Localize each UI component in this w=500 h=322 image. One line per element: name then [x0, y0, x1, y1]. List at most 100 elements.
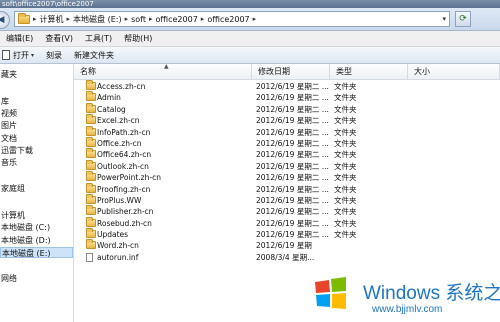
folder-icon-shape	[86, 159, 96, 170]
table-row[interactable]: Publisher.zh-cn 2012/6/19 星期二 ... 文件夹	[74, 205, 500, 217]
folder-icon-shape	[86, 171, 96, 182]
folder-icon	[18, 12, 30, 24]
col-type[interactable]: 类型	[330, 64, 408, 79]
chevron-right-icon: ▸	[252, 15, 257, 23]
address-box[interactable]: ▸ 计算机 ▸ 本地磁盘 (E:) ▸ soft ▸ office2007 ▸ …	[14, 11, 450, 27]
table-row[interactable]: InfoPath.zh-cn 2012/6/19 星期二 ... 文件夹	[74, 125, 500, 138]
crumb-office2007[interactable]: office2007	[155, 15, 197, 24]
col-name[interactable]: 名称	[74, 64, 252, 79]
nav-videos[interactable]: 视频	[0, 108, 73, 119]
table-row[interactable]: Outlook.zh-cn 2012/6/19 星期二 ... 文件夹	[74, 159, 500, 172]
table-row[interactable]: Access.zh-cn 2012/6/19 星期二 ... 文件夹	[74, 80, 500, 92]
folder-icon	[86, 114, 96, 126]
table-row[interactable]: Updates 2012/6/19 星期二 ... 文件夹	[74, 228, 500, 240]
windows-logo-icon	[315, 277, 346, 309]
file-date: 2012/6/19 星期二 ...	[256, 82, 329, 91]
chevron-right-icon: ▸	[33, 15, 37, 23]
navigation-pane: 藏夹 库 视频 图片 文档 迅雷下载 音乐 家庭组 计算机 本地磁盘 (C:) …	[0, 64, 74, 322]
nav-drive-c[interactable]: 本地磁盘 (C:)	[0, 222, 73, 233]
col-size[interactable]: 大小	[408, 64, 500, 79]
table-row[interactable]: Admin 2012/6/19 星期二 ... 文件夹	[74, 91, 500, 103]
menu-view[interactable]: 查看(V)	[45, 33, 73, 44]
table-row[interactable]: Proofing.zh-cn 2012/6/19 星期二 ... 文件夹	[74, 182, 500, 195]
file-type: 文件夹	[334, 184, 357, 194]
file-date: 2012/6/19 星期	[256, 241, 312, 251]
new-folder-button[interactable]: 新建文件夹	[74, 50, 114, 61]
file-type: 文件夹	[334, 93, 357, 103]
table-row[interactable]: Office64.zh-cn 2012/6/19 星期二 ... 文件夹	[74, 148, 500, 160]
file-type: 文件夹	[334, 195, 357, 205]
folder-icon-shape	[86, 239, 96, 250]
file-date: 2012/6/19 星期二 ...	[256, 161, 329, 171]
folder-icon	[86, 205, 96, 217]
file-name: Excel.zh-cn	[97, 116, 140, 126]
back-button[interactable]: ◀	[0, 11, 10, 29]
file-date: 2008/3/4 星期...	[256, 252, 315, 262]
file-type: 文件夹	[334, 207, 357, 217]
open-button[interactable]: 打开 ▾	[2, 50, 34, 61]
table-row[interactable]: Excel.zh-cn 2012/6/19 星期二 ... 文件夹	[74, 114, 500, 126]
crumb-office2007-sub[interactable]: office2007	[207, 15, 249, 24]
nav-thunder-downloads[interactable]: 迅雷下载	[0, 145, 73, 156]
crumb-soft[interactable]: soft	[131, 15, 146, 24]
table-row[interactable]: Office.zh-cn 2012/6/19 星期二 ... 文件夹	[74, 136, 500, 149]
nav-drive-d[interactable]: 本地磁盘 (D:)	[0, 235, 73, 246]
watermark-brand: Windows 系统之家	[363, 283, 500, 304]
nav-network[interactable]: 网络	[0, 273, 73, 284]
menu-tools[interactable]: 工具(T)	[85, 33, 112, 44]
chevron-down-icon[interactable]: ▾	[31, 52, 34, 59]
watermark-url: www.bjjmlv.com	[372, 304, 443, 315]
file-name: InfoPath.zh-cn	[97, 127, 151, 137]
window-title: soft\office2007\office2007	[0, 0, 500, 8]
folder-icon-shape	[86, 125, 96, 136]
table-row[interactable]: Rosebud.zh-cn 2012/6/19 星期二 ... 文件夹	[74, 216, 500, 229]
file-name: Office.zh-cn	[97, 138, 142, 148]
file-name: Word.zh-cn	[97, 241, 139, 251]
burn-button[interactable]: 刻录	[46, 50, 62, 61]
nav-drive-e[interactable]: 本地磁盘 (E:)	[0, 247, 73, 258]
file-date: 2012/6/19 星期二 ...	[256, 207, 329, 217]
nav-music[interactable]: 音乐	[0, 157, 73, 168]
folder-icon-shape	[86, 114, 96, 125]
table-row[interactable]: Word.zh-cn 2012/6/19 星期	[74, 239, 500, 251]
file-name: Access.zh-cn	[97, 82, 146, 91]
nav-homegroup[interactable]: 家庭组	[0, 183, 73, 194]
crumb-drive-e[interactable]: 本地磁盘 (E:)	[73, 14, 122, 25]
crumb-computer[interactable]: 计算机	[40, 14, 64, 25]
nav-computer[interactable]: 计算机	[0, 210, 73, 221]
file-date: 2012/6/19 星期二 ...	[256, 184, 329, 194]
nav-pictures[interactable]: 图片	[0, 120, 73, 131]
open-label: 打开	[13, 50, 29, 60]
nav-documents[interactable]: 文档	[0, 133, 73, 144]
file-date: 2012/6/19 星期二 ...	[256, 116, 329, 126]
watermark: Windows 系统之家 www.bjjmlv.com	[311, 268, 500, 322]
file-name: Office64.zh-cn	[97, 150, 152, 160]
file-date: 2012/6/19 星期二 ...	[256, 173, 329, 183]
table-row[interactable]: autorun.inf 2008/3/4 星期...	[74, 252, 500, 263]
folder-icon	[86, 239, 96, 251]
table-row[interactable]: ProPlus.WW 2012/6/19 星期二 ... 文件夹	[74, 193, 500, 206]
folder-icon-shape	[86, 228, 96, 239]
folder-icon	[86, 171, 96, 183]
menu-help[interactable]: 帮助(H)	[124, 33, 152, 44]
file-icon-shape	[86, 252, 93, 262]
col-date[interactable]: 修改日期	[252, 64, 330, 79]
file-type: 文件夹	[334, 218, 357, 228]
table-row[interactable]: Catalog 2012/6/19 星期二 ... 文件夹	[74, 102, 500, 115]
chevron-down-icon[interactable]: ▾	[442, 12, 446, 26]
folder-icon-shape	[86, 193, 96, 204]
nav-libraries[interactable]: 库	[0, 96, 73, 107]
column-header: ▲ 名称 修改日期 类型 大小	[74, 64, 500, 80]
chevron-right-icon: ▸	[124, 15, 129, 23]
folder-icon-shape	[86, 148, 96, 159]
command-bar: 打开 ▾ 刻录 新建文件夹	[0, 47, 500, 64]
file-date: 2012/6/19 星期二 ...	[256, 150, 329, 160]
folder-icon-shape	[86, 80, 96, 90]
refresh-button[interactable]: ⟳	[455, 11, 471, 27]
folder-icon	[86, 148, 96, 160]
menu-edit[interactable]: 编辑(E)	[6, 33, 33, 44]
nav-favorites[interactable]: 藏夹	[0, 69, 73, 80]
file-name: Publisher.zh-cn	[97, 207, 154, 217]
file-rows: Access.zh-cn 2012/6/19 星期二 ... 文件夹 Admin 201…	[74, 80, 500, 263]
table-row[interactable]: PowerPoint.zh-cn 2012/6/19 星期二 ... 文件夹	[74, 171, 500, 183]
